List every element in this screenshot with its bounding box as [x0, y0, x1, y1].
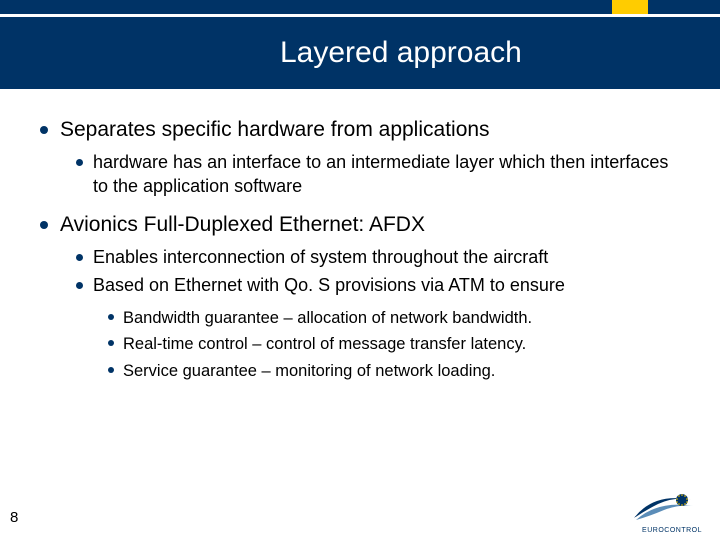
bullet-text: Real-time control – control of message t… — [123, 333, 526, 355]
page-number: 8 — [10, 509, 18, 526]
bullet-text: Service guarantee – monitoring of networ… — [123, 360, 495, 382]
top-stripe — [0, 0, 720, 14]
bullet-icon — [76, 159, 83, 166]
slide-title: Layered approach — [280, 36, 522, 70]
bullet-icon — [108, 367, 114, 373]
eurocontrol-logo-icon — [624, 482, 702, 530]
list-item: Separates specific hardware from applica… — [40, 117, 680, 143]
logo-label: EUROCONTROL — [624, 527, 702, 534]
list-item: Avionics Full-Duplexed Ethernet: AFDX — [40, 212, 680, 238]
slide-body: Separates specific hardware from applica… — [0, 89, 720, 382]
list-item: Bandwidth guarantee – allocation of netw… — [108, 307, 680, 329]
bullet-icon — [40, 126, 48, 134]
bullet-icon — [76, 254, 83, 261]
bullet-icon — [108, 340, 114, 346]
bullet-text: Enables interconnection of system throug… — [93, 246, 548, 269]
list-item: Enables interconnection of system throug… — [76, 246, 680, 269]
accent-block — [612, 0, 648, 14]
bullet-text: Based on Ethernet with Qo. S provisions … — [93, 274, 565, 297]
bullet-icon — [76, 282, 83, 289]
bullet-text: Separates specific hardware from applica… — [60, 117, 490, 143]
list-item: hardware has an interface to an intermed… — [76, 151, 680, 198]
title-band: Layered approach — [0, 17, 720, 89]
bullet-text: Bandwidth guarantee – allocation of netw… — [123, 307, 532, 329]
list-item: Real-time control – control of message t… — [108, 333, 680, 355]
bullet-icon — [108, 314, 114, 320]
list-item: Service guarantee – monitoring of networ… — [108, 360, 680, 382]
bullet-text: Avionics Full-Duplexed Ethernet: AFDX — [60, 212, 425, 238]
bullet-text: hardware has an interface to an intermed… — [93, 151, 680, 198]
list-item: Based on Ethernet with Qo. S provisions … — [76, 274, 680, 297]
bullet-icon — [40, 221, 48, 229]
